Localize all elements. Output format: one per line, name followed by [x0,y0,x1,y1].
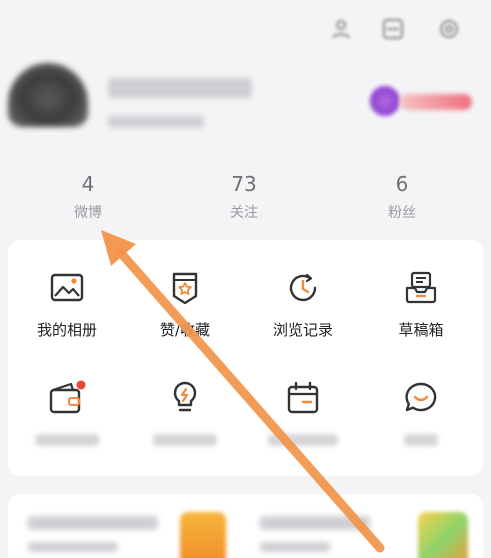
profile-page: 4 微博 73 关注 6 粉丝 我的相册 赞/收藏 [0,0,491,558]
annotation-arrow [101,230,385,553]
